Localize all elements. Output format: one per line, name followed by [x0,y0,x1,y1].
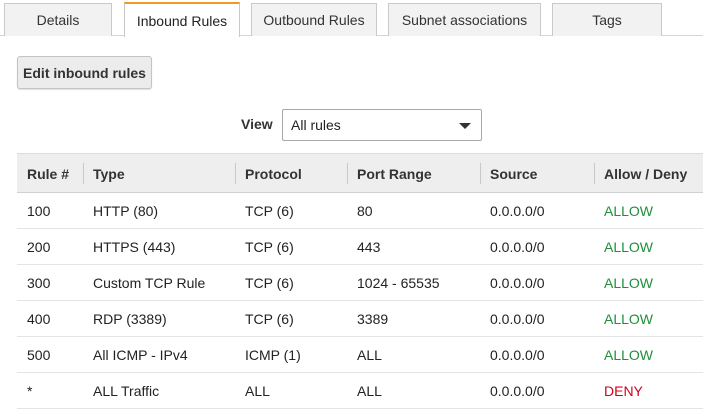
cell-source: 0.0.0.0/0 [490,202,545,219]
column-header-port-range[interactable]: Port Range [347,154,480,193]
view-label: View [241,116,273,132]
column-header-type[interactable]: Type [83,154,235,193]
table-row[interactable]: 500 All ICMP - IPv4 ICMP (1) ALL 0.0.0.0… [17,337,703,373]
cell-rule: 200 [27,238,51,255]
tab-tags[interactable]: Tags [552,3,662,36]
cell-source: 0.0.0.0/0 [490,238,545,255]
cell-port-range: 1024 - 65535 [357,274,440,291]
cell-protocol: TCP (6) [245,238,294,255]
tab-subnet-associations[interactable]: Subnet associations [388,3,541,36]
cell-protocol: ICMP (1) [245,346,301,363]
view-select[interactable]: All rules [282,109,482,141]
cell-rule: * [27,382,33,399]
table-row[interactable]: 100 HTTP (80) TCP (6) 80 0.0.0.0/0 ALLOW [17,193,703,229]
cell-rule: 300 [27,274,51,291]
cell-source: 0.0.0.0/0 [490,274,545,291]
column-header-rule[interactable]: Rule # [17,154,83,193]
cell-rule: 500 [27,346,51,363]
cell-type: HTTPS (443) [93,238,176,255]
edit-inbound-rules-button[interactable]: Edit inbound rules [17,56,152,89]
column-header-source[interactable]: Source [480,154,594,193]
cell-type: Custom TCP Rule [93,274,206,291]
chevron-down-icon [459,123,471,129]
cell-type: RDP (3389) [93,310,167,327]
table-row[interactable]: 200 HTTPS (443) TCP (6) 443 0.0.0.0/0 AL… [17,229,703,265]
tab-bar: Details Inbound Rules Outbound Rules Sub… [0,0,703,37]
cell-action: ALLOW [604,310,654,327]
tab-inbound-rules[interactable]: Inbound Rules [124,2,240,37]
table-row[interactable]: * ALL Traffic ALL ALL 0.0.0.0/0 DENY [17,373,703,409]
cell-port-range: ALL [357,346,382,363]
cell-type: ALL Traffic [93,382,160,399]
cell-protocol: ALL [245,382,270,399]
tab-outbound-rules[interactable]: Outbound Rules [251,3,377,36]
column-header-allow-deny[interactable]: Allow / Deny [594,154,703,193]
cell-protocol: TCP (6) [245,202,294,219]
cell-port-range: ALL [357,382,382,399]
column-header-protocol[interactable]: Protocol [235,154,347,193]
cell-action: ALLOW [604,202,654,219]
cell-source: 0.0.0.0/0 [490,382,545,399]
view-select-value: All rules [291,117,341,133]
cell-protocol: TCP (6) [245,274,294,291]
table-row[interactable]: 400 RDP (3389) TCP (6) 3389 0.0.0.0/0 AL… [17,301,703,337]
cell-action: ALLOW [604,274,654,291]
table-row[interactable]: 300 Custom TCP Rule TCP (6) 1024 - 65535… [17,265,703,301]
cell-source: 0.0.0.0/0 [490,346,545,363]
cell-port-range: 80 [357,202,373,219]
cell-type: HTTP (80) [93,202,159,219]
cell-type: All ICMP - IPv4 [93,346,188,363]
inbound-rules-table: Rule # Type Protocol Port Range Source A… [17,153,703,409]
cell-protocol: TCP (6) [245,310,294,327]
cell-rule: 400 [27,310,51,327]
cell-source: 0.0.0.0/0 [490,310,545,327]
cell-rule: 100 [27,202,51,219]
table-header: Rule # Type Protocol Port Range Source A… [17,153,703,193]
cell-action: ALLOW [604,238,654,255]
cell-port-range: 443 [357,238,381,255]
cell-action: DENY [604,382,643,399]
cell-action: ALLOW [604,346,654,363]
cell-port-range: 3389 [357,310,389,327]
tab-details[interactable]: Details [4,3,112,36]
